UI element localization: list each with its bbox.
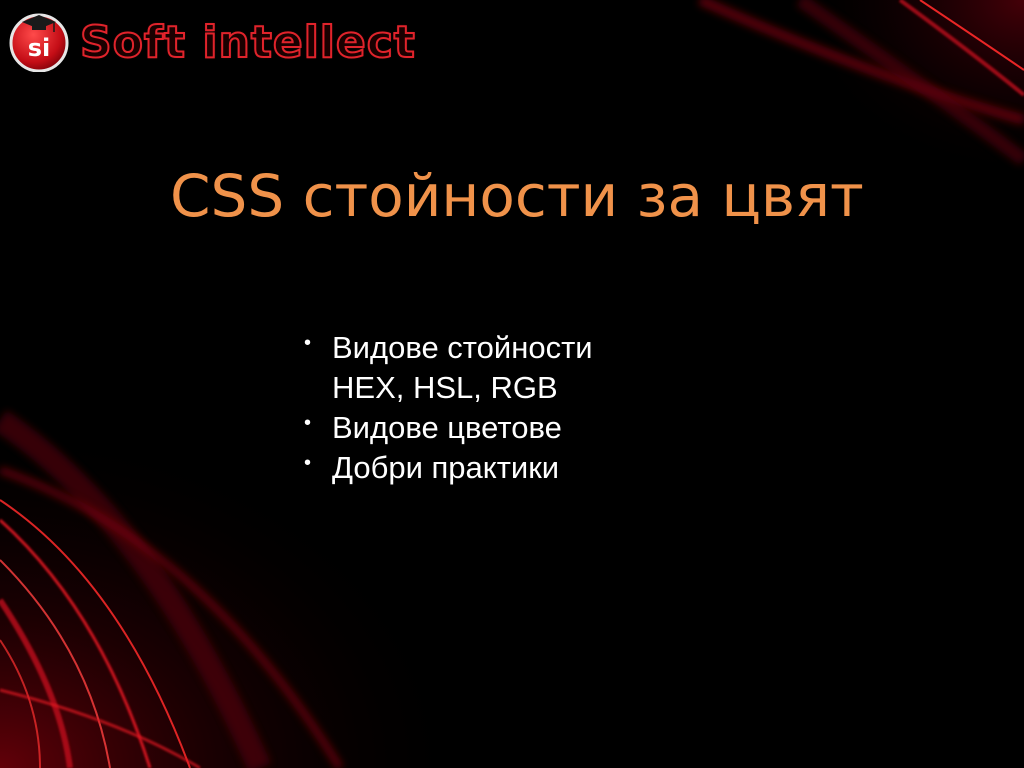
company-logo: si Soft intellect (8, 10, 416, 72)
logo-wordmark: Soft intellect (79, 16, 416, 69)
slide-title: CSS стойности за цвят (170, 162, 864, 230)
bullet-item: • Видове цветове (300, 408, 593, 448)
bullet-text: Видове стойности (332, 330, 593, 365)
bullet-text: Добри практики (332, 450, 560, 485)
bullet-dot-icon: • (304, 452, 312, 474)
bullet-text: HEX, HSL, RGB (332, 370, 558, 405)
graduation-cap-logo-icon: si (9, 13, 69, 72)
bullet-item: • Добри практики (300, 448, 593, 488)
logo-badge-text: si (28, 34, 51, 62)
bullet-item: • Видове стойности HEX, HSL, RGB (300, 328, 593, 408)
bullet-text: Видове цветове (332, 410, 562, 445)
bullet-list: • Видове стойности HEX, HSL, RGB • Видове цв… (300, 328, 593, 488)
presentation-slide: si Soft intellect CSS стойности за цвят … (0, 0, 1024, 768)
bullet-dot-icon: • (304, 412, 312, 434)
bullet-dot-icon: • (304, 332, 312, 354)
